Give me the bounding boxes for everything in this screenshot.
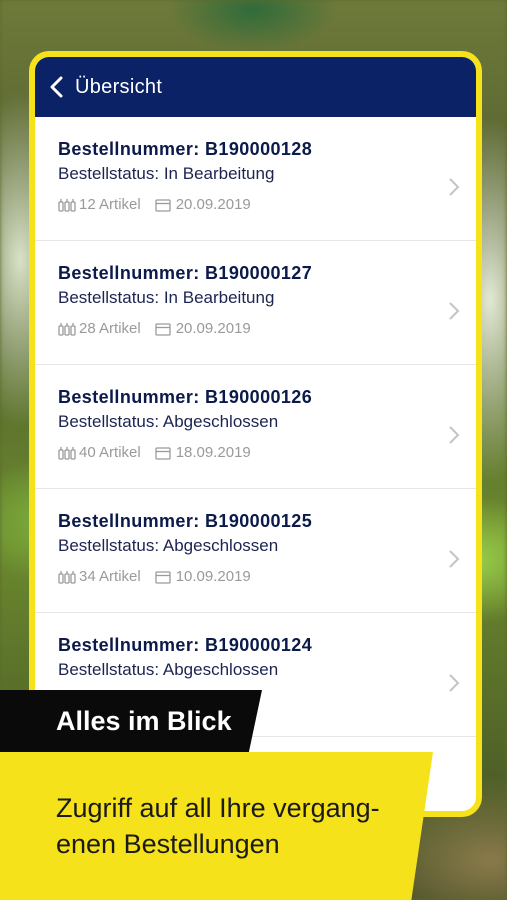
navigation-bar: Übersicht: [35, 57, 476, 117]
order-number: Bestellnummer: B190000127: [58, 263, 313, 283]
chevron-right-icon: [448, 549, 460, 574]
order-number: Bestellnummer: B190000126: [58, 387, 313, 407]
bottles-icon: [58, 322, 76, 336]
order-number: Bestellnummer: B190000128: [58, 139, 313, 159]
chevron-right-icon: [448, 425, 460, 450]
item-count: 28 Artikel: [79, 320, 141, 337]
order-number: Bestellnummer: B190000124: [58, 635, 313, 655]
item-count: 12 Artikel: [79, 196, 141, 213]
order-status: Bestellstatus: Abgeschlossen: [58, 412, 279, 431]
chevron-right-icon: [448, 177, 460, 202]
chevron-right-icon: [448, 673, 460, 698]
order-status: Bestellstatus: In Bearbeitung: [58, 288, 275, 307]
nav-title[interactable]: Übersicht: [75, 76, 162, 99]
promo-headline: Alles im Blick: [0, 690, 262, 752]
chevron-right-icon: [448, 301, 460, 326]
item-count: 34 Artikel: [79, 568, 141, 585]
bottles-icon: [58, 198, 76, 212]
order-date: 18.09.2019: [175, 444, 251, 461]
bottles-icon: [58, 570, 76, 584]
order-row[interactable]: Bestellnummer: B190000127 Bestellstatus:…: [35, 241, 476, 365]
promo-text: Zugriff auf all Ihre vergang-enen Bestel…: [0, 752, 433, 900]
order-status: Bestellstatus: Abgeschlossen: [58, 536, 279, 555]
order-row[interactable]: Bestellnummer: B190000128 Bestellstatus:…: [35, 117, 476, 241]
calendar-icon: [155, 198, 173, 212]
item-count: 40 Artikel: [79, 444, 141, 461]
order-number: Bestellnummer: B190000125: [58, 511, 313, 531]
order-meta: 12 Artikel 20.09.2019: [58, 196, 476, 213]
order-row[interactable]: Bestellnummer: B190000126 Bestellstatus:…: [35, 365, 476, 489]
calendar-icon: [155, 446, 173, 460]
bottles-icon: [58, 446, 76, 460]
calendar-icon: [155, 570, 173, 584]
order-status: Bestellstatus: In Bearbeitung: [58, 164, 275, 183]
order-date: 20.09.2019: [175, 320, 251, 337]
order-row[interactable]: Bestellnummer: B190000125 Bestellstatus:…: [35, 489, 476, 613]
order-meta: 40 Artikel 18.09.2019: [58, 444, 476, 461]
chevron-left-icon[interactable]: [49, 76, 71, 98]
order-date: 10.09.2019: [175, 568, 251, 585]
order-meta: 28 Artikel 20.09.2019: [58, 320, 476, 337]
order-date: 20.09.2019: [175, 196, 251, 213]
calendar-icon: [155, 322, 173, 336]
order-list: Bestellnummer: B190000128 Bestellstatus:…: [35, 117, 476, 737]
order-meta: 34 Artikel 10.09.2019: [58, 568, 476, 585]
order-status: Bestellstatus: Abgeschlossen: [58, 660, 279, 679]
